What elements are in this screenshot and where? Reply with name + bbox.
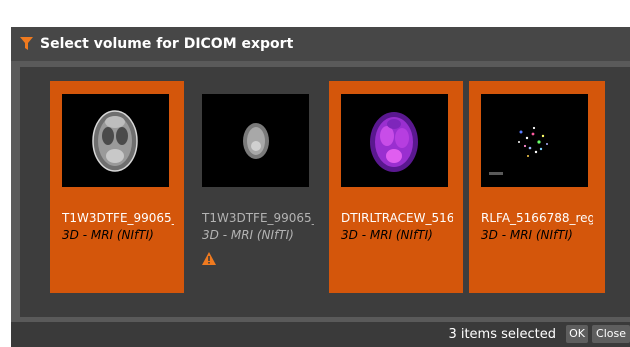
volume-thumbnail (481, 94, 588, 187)
volume-name: T1W3DTFE_99065_r (62, 211, 174, 225)
dialog-titlebar: Select volume for DICOM export (11, 27, 630, 61)
volume-list: T1W3DTFE_99065_r 3D - MRI (NIfTI) T1W3DT… (20, 67, 630, 317)
volume-name: RLFA_5166788_regi (481, 211, 593, 225)
volume-tile-2[interactable]: T1W3DTFE_99065_r 3D - MRI (NIfTI) (190, 81, 324, 293)
volume-name: DTIRLTRACEW_516 (341, 211, 453, 225)
volume-tile-1[interactable]: T1W3DTFE_99065_r 3D - MRI (NIfTI) (50, 81, 184, 293)
export-dialog: Select volume for DICOM export T1W3DTFE_… (11, 27, 630, 347)
volume-type: 3D - MRI (NIfTI) (481, 228, 573, 242)
volume-tile-3[interactable]: DTIRLTRACEW_516 3D - MRI (NIfTI) (329, 81, 463, 293)
volume-type: 3D - MRI (NIfTI) (341, 228, 433, 242)
filter-funnel-icon (20, 37, 33, 50)
volume-thumbnail (62, 94, 169, 187)
volume-type: 3D - MRI (NIfTI) (62, 228, 154, 242)
volume-name: T1W3DTFE_99065_r (202, 211, 314, 225)
volume-tile-4[interactable]: RLFA_5166788_regi 3D - MRI (NIfTI) (469, 81, 605, 293)
ok-button[interactable]: OK (566, 325, 588, 343)
warning-icon (202, 252, 216, 265)
volume-thumbnail (202, 94, 309, 187)
volume-thumbnail (341, 94, 448, 187)
close-button[interactable]: Close (592, 325, 630, 343)
dialog-title: Select volume for DICOM export (40, 36, 294, 52)
selection-status: 3 items selected (448, 327, 556, 342)
dialog-footer: 3 items selected OK Close (11, 322, 630, 347)
volume-type: 3D - MRI (NIfTI) (202, 228, 294, 242)
